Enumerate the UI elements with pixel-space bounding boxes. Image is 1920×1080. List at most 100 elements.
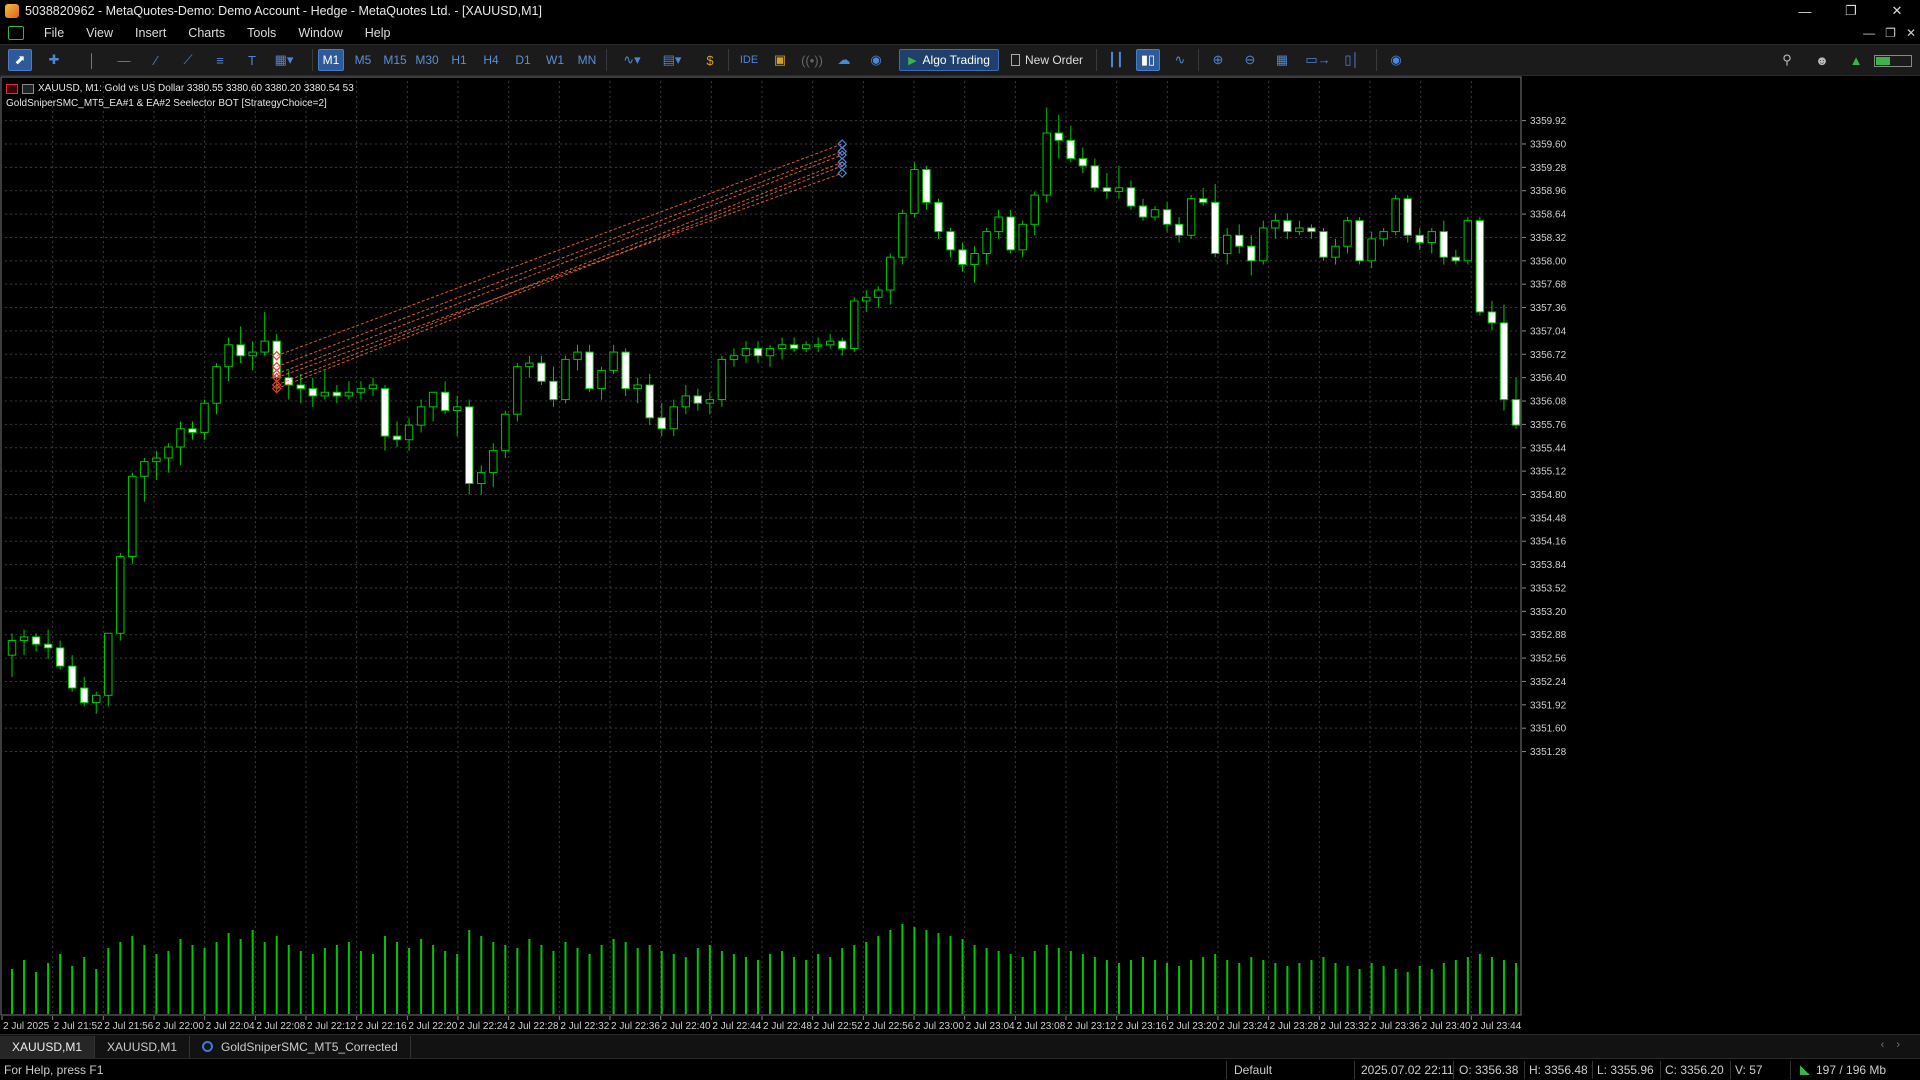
one-click-trading-icon[interactable] bbox=[6, 83, 18, 94]
candle-bull bbox=[260, 340, 269, 353]
trendline-icon[interactable]: ∕ bbox=[144, 49, 168, 71]
price-label: 3359.92 bbox=[1530, 116, 1567, 127]
chart-tab-xauusd-m1-2[interactable]: XAUUSD,M1 bbox=[95, 1035, 191, 1058]
crosshair-icon[interactable]: ✚ bbox=[42, 49, 66, 71]
timeframe-m1[interactable]: M1 bbox=[318, 49, 344, 71]
candle-bull bbox=[164, 446, 173, 459]
candle-bear bbox=[1283, 220, 1292, 233]
ide-button[interactable]: IDE bbox=[734, 49, 764, 71]
price-label: 3356.08 bbox=[1530, 397, 1567, 408]
mdi-close-icon[interactable]: ✕ bbox=[1906, 26, 1916, 40]
close-icon[interactable]: ✕ bbox=[1874, 0, 1920, 22]
minimize-icon[interactable]: — bbox=[1782, 0, 1828, 22]
candle-bull bbox=[729, 355, 739, 360]
price-label: 3357.04 bbox=[1530, 326, 1567, 337]
timeframe-h4[interactable]: H4 bbox=[478, 49, 504, 71]
timeframe-d1[interactable]: D1 bbox=[510, 49, 536, 71]
candle-bull bbox=[428, 391, 438, 408]
chart-tab-xauusd-m1[interactable]: XAUUSD,M1 bbox=[0, 1035, 96, 1058]
candle-bull bbox=[368, 384, 378, 390]
time-label: 2 Jul 22:20 bbox=[408, 1021, 457, 1032]
chart-tabs: XAUUSD,M1 XAUUSD,M1 GoldSniperSMC_MT5_Co… bbox=[0, 1034, 1920, 1058]
candle-bull bbox=[765, 347, 775, 357]
vertical-line-icon[interactable]: │ bbox=[80, 49, 104, 71]
time-label: 2 Jul 22:36 bbox=[611, 1021, 660, 1032]
depth-of-market-icon[interactable] bbox=[22, 83, 34, 94]
tab-scroll-arrows-icon[interactable]: ‹› bbox=[1881, 1039, 1912, 1051]
text-icon[interactable]: T bbox=[240, 49, 264, 71]
dollar-icon[interactable]: $ bbox=[698, 49, 722, 71]
chart-type-icon[interactable]: ∿▾ bbox=[614, 49, 650, 71]
price-label: 3353.84 bbox=[1530, 560, 1567, 571]
horizontal-line-icon[interactable]: — bbox=[112, 49, 136, 71]
grid-icon[interactable]: ▦ bbox=[1270, 49, 1294, 71]
timeframe-m15[interactable]: M15 bbox=[382, 49, 408, 71]
candle-bear bbox=[1451, 256, 1461, 262]
time-label: 2 Jul 22:04 bbox=[206, 1021, 255, 1032]
chart-tab-ea[interactable]: GoldSniperSMC_MT5_Corrected bbox=[190, 1035, 411, 1058]
time-label: 2 Jul 22:00 bbox=[155, 1021, 204, 1032]
candle-bear bbox=[837, 340, 847, 349]
trade-line bbox=[276, 150, 843, 368]
restore-icon[interactable]: ❐ bbox=[1828, 0, 1874, 22]
candle-bull bbox=[1018, 223, 1027, 251]
time-label: 2 Jul 23:04 bbox=[966, 1021, 1015, 1032]
timeframe-h1[interactable]: H1 bbox=[446, 49, 472, 71]
line-chart-icon[interactable]: ∿ bbox=[1168, 49, 1192, 71]
account-icon[interactable]: ☻ bbox=[1810, 49, 1834, 71]
menu-help[interactable]: Help bbox=[355, 26, 403, 40]
menu-charts[interactable]: Charts bbox=[178, 26, 237, 40]
autoscroll-icon[interactable]: ▭→ bbox=[1305, 49, 1330, 71]
timeframe-m5[interactable]: M5 bbox=[350, 49, 376, 71]
menu-view[interactable]: View bbox=[76, 26, 125, 40]
expert-advisor-icon bbox=[202, 1041, 214, 1052]
candle-bull bbox=[224, 344, 233, 368]
menu-insert[interactable]: Insert bbox=[125, 26, 178, 40]
candle-bear bbox=[79, 687, 89, 704]
timeframe-mn[interactable]: MN bbox=[574, 49, 600, 71]
timeframe-m30[interactable]: M30 bbox=[414, 49, 440, 71]
price-label: 3359.28 bbox=[1530, 163, 1567, 174]
screenshot-icon[interactable]: ◉ bbox=[1384, 49, 1408, 71]
search-icon[interactable]: ⚲ bbox=[1775, 49, 1799, 71]
time-label: 2 Jul 22:16 bbox=[358, 1021, 407, 1032]
price-label: 3358.64 bbox=[1530, 210, 1567, 221]
candle-bear bbox=[188, 428, 197, 433]
zoom-in-icon[interactable]: ⊕ bbox=[1206, 49, 1230, 71]
time-label: 2 Jul 22:44 bbox=[712, 1021, 761, 1032]
candlestick-icon[interactable]: ▮▯ bbox=[1136, 49, 1160, 71]
menu-file[interactable]: File bbox=[34, 26, 76, 40]
algo-trading-button[interactable]: ▶ Algo Trading bbox=[899, 49, 999, 71]
chart-shift-icon[interactable]: ▯│ bbox=[1340, 49, 1364, 71]
signals-icon[interactable]: ((•)) bbox=[800, 49, 824, 71]
candle-bear bbox=[296, 384, 306, 390]
bar-chart-icon[interactable]: ┃┃ bbox=[1104, 49, 1128, 71]
shapes-icon[interactable]: ▦▾ bbox=[272, 49, 296, 71]
zoom-out-icon[interactable]: ⊖ bbox=[1238, 49, 1262, 71]
status-separator bbox=[1730, 1061, 1731, 1079]
price-label: 3358.32 bbox=[1530, 233, 1567, 244]
market-bag-icon[interactable]: ▣ bbox=[768, 49, 792, 71]
mdi-minimize-icon[interactable]: — bbox=[1863, 26, 1875, 40]
fibonacci-icon[interactable]: ≡ bbox=[208, 49, 232, 71]
cursor-icon[interactable]: ⬈ bbox=[8, 49, 32, 71]
vps-cloud-icon[interactable]: ☁ bbox=[832, 49, 856, 71]
status-separator bbox=[1790, 1061, 1791, 1079]
status-profile[interactable]: Default bbox=[1234, 1063, 1272, 1077]
candle-bear bbox=[585, 351, 594, 390]
channel-icon[interactable]: ⟋ bbox=[176, 49, 200, 71]
new-order-button[interactable]: New Order bbox=[1004, 49, 1090, 71]
menu-window[interactable]: Window bbox=[288, 26, 354, 40]
timeframe-w1[interactable]: W1 bbox=[542, 49, 568, 71]
chart-canvas[interactable]: 3359.92 3359.60 3359.28 3358.96 3358.64 3358.… bbox=[0, 76, 1920, 1034]
time-label: 2 Jul 22:08 bbox=[256, 1021, 305, 1032]
candle-bear bbox=[645, 384, 654, 419]
traffic-icon bbox=[1800, 1065, 1810, 1075]
web-icon[interactable]: ◉ bbox=[864, 49, 888, 71]
mdi-restore-icon[interactable]: ❐ bbox=[1885, 26, 1896, 40]
menu-tools[interactable]: Tools bbox=[237, 26, 288, 40]
price-label: 3354.16 bbox=[1530, 537, 1567, 548]
price-chart[interactable]: 3359.92 3359.60 3359.28 3358.96 3358.64 3358.… bbox=[0, 76, 1920, 1034]
indicators-icon[interactable]: ▤▾ bbox=[654, 49, 690, 71]
time-label: 2 Jul 21:52 bbox=[54, 1021, 103, 1032]
